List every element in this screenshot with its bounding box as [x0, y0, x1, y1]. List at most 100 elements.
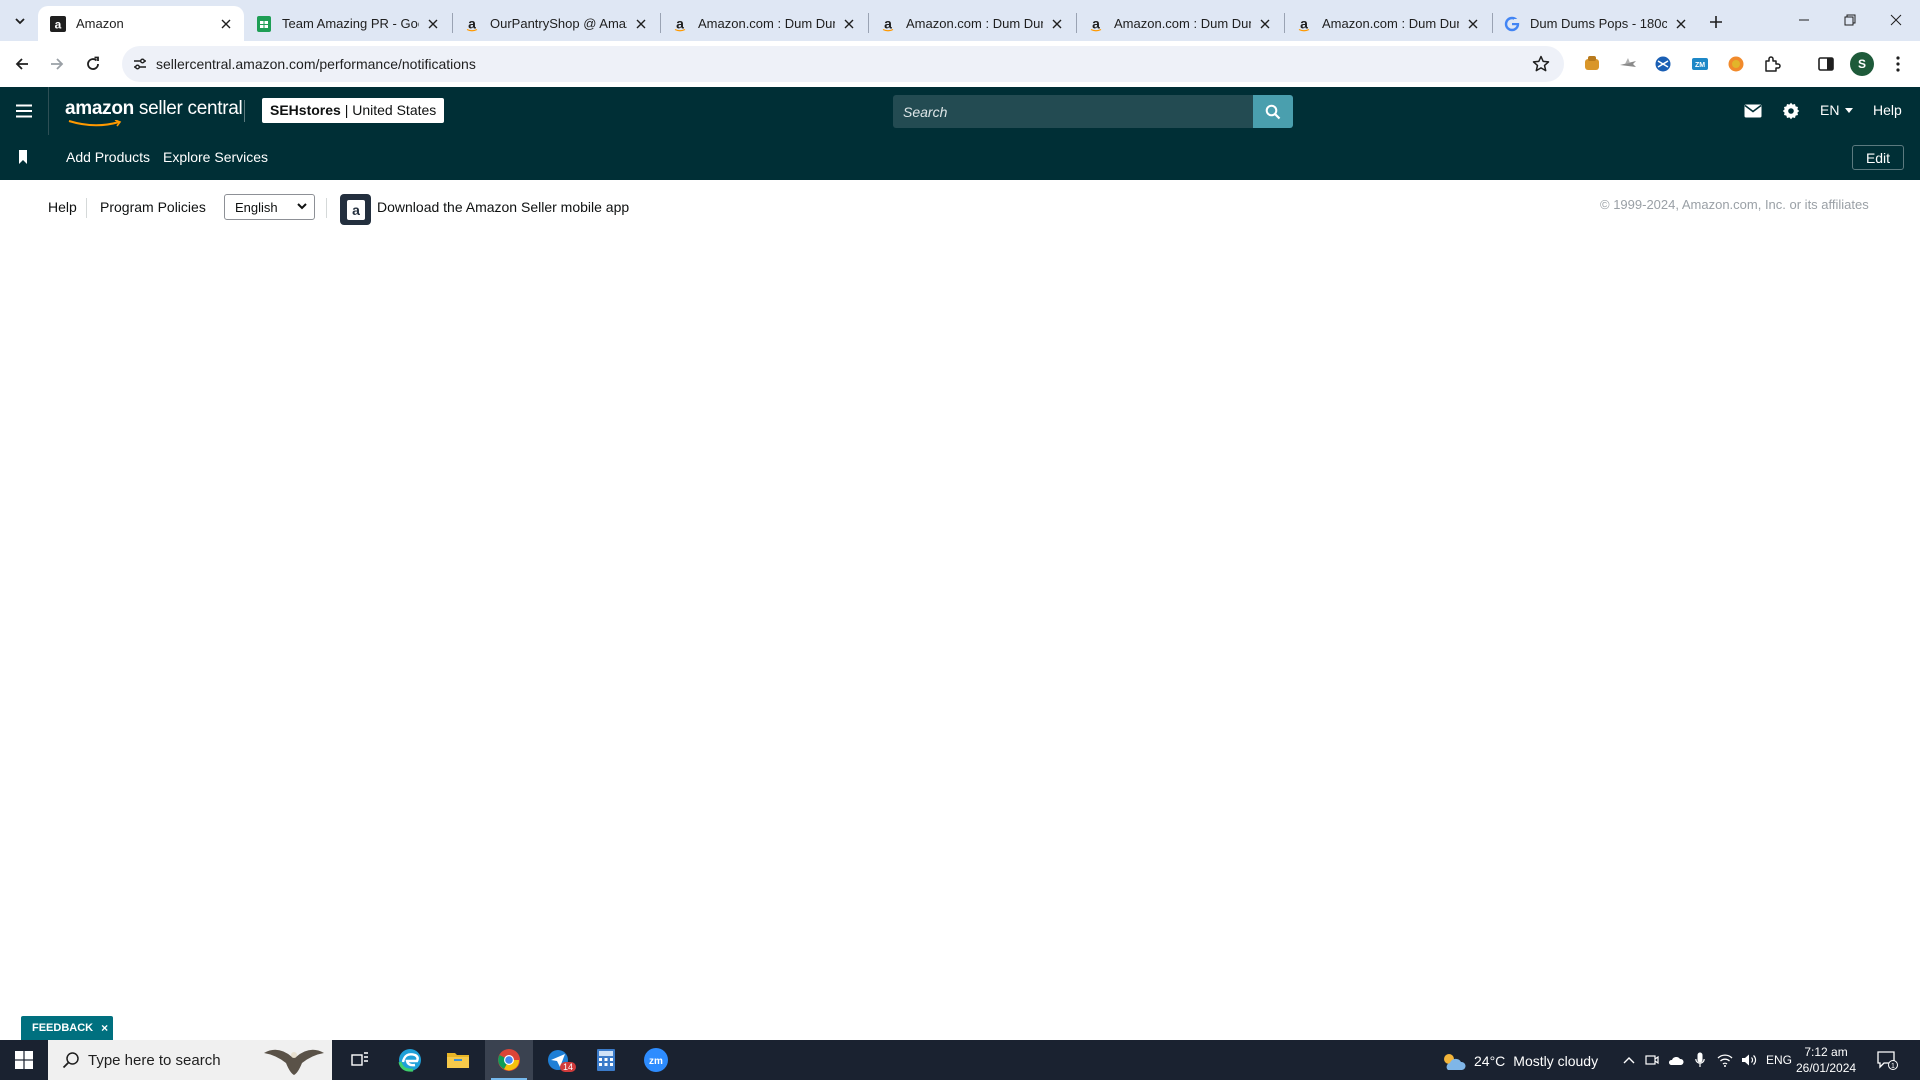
- extension-zm-icon[interactable]: ZM: [1688, 52, 1712, 76]
- svg-text:zm: zm: [649, 1056, 663, 1067]
- close-icon[interactable]: [1049, 16, 1065, 32]
- tab-dum-dum-4[interactable]: a Amazon.com : Dum Dum: [1284, 6, 1491, 41]
- extension-orange-circle-icon[interactable]: [1724, 52, 1748, 76]
- clock-date: 26/01/2024: [1796, 1061, 1857, 1075]
- extension-plane-icon[interactable]: [1616, 52, 1640, 76]
- taskbar-search-box[interactable]: Type here to search: [48, 1040, 332, 1080]
- tab-amazon[interactable]: a Amazon: [38, 6, 244, 41]
- speaker-icon[interactable]: [1740, 1051, 1758, 1069]
- chevron-up-icon[interactable]: [1620, 1051, 1638, 1069]
- close-icon[interactable]: [425, 16, 441, 32]
- tab-ourpantryshop[interactable]: a OurPantryShop @ Amazo: [452, 6, 659, 41]
- taskbar-chrome[interactable]: [485, 1040, 533, 1080]
- taskbar-zoom[interactable]: zm: [632, 1040, 680, 1080]
- tab-team-amazing-pr[interactable]: Team Amazing PR - Goog: [244, 6, 451, 41]
- close-icon[interactable]: [1673, 16, 1689, 32]
- task-view-button[interactable]: [336, 1040, 384, 1080]
- program-policies-link[interactable]: Program Policies: [100, 199, 206, 215]
- amazon-seller-app-icon[interactable]: a: [340, 194, 371, 225]
- header-help-link[interactable]: Help: [1873, 102, 1902, 118]
- reload-button[interactable]: [78, 49, 108, 79]
- tab-search-button[interactable]: [8, 9, 32, 33]
- close-icon[interactable]: [841, 16, 857, 32]
- store-selector[interactable]: SEHstores | United States: [262, 98, 445, 123]
- taskbar-edge[interactable]: [386, 1040, 434, 1080]
- feedback-button[interactable]: FEEDBACK ×: [21, 1016, 113, 1040]
- close-icon[interactable]: [1465, 16, 1481, 32]
- tab-dum-dum-1[interactable]: a Amazon.com : Dum Dum: [660, 6, 867, 41]
- extension-globe-icon[interactable]: [1651, 52, 1675, 76]
- browser-menu-icon[interactable]: [1886, 52, 1910, 76]
- cloudy-weather-icon: [1444, 1054, 1466, 1070]
- taskbar-mail[interactable]: 14: [534, 1040, 582, 1080]
- hamburger-menu-icon[interactable]: [12, 99, 36, 123]
- wifi-icon[interactable]: [1716, 1051, 1734, 1069]
- search-input[interactable]: Search: [893, 95, 1253, 128]
- profile-avatar[interactable]: S: [1850, 52, 1874, 76]
- amazon-a-icon: a: [1296, 16, 1312, 32]
- taskbar-search-placeholder: Type here to search: [88, 1052, 221, 1069]
- restore-icon: [1844, 14, 1856, 26]
- weather-description: Mostly cloudy: [1513, 1053, 1599, 1069]
- close-icon[interactable]: [633, 16, 649, 32]
- browser-tab-strip: a Amazon Team Amazing PR - Goog a OurPan…: [0, 0, 1920, 41]
- meet-now-icon[interactable]: [1643, 1051, 1661, 1069]
- taskbar-file-explorer[interactable]: [434, 1040, 482, 1080]
- back-button[interactable]: [7, 49, 37, 79]
- minimize-icon: [1799, 19, 1809, 21]
- gear-icon[interactable]: [1779, 99, 1803, 123]
- close-icon[interactable]: [218, 16, 234, 32]
- seller-central-header: amazon seller central SEHstores | United…: [0, 87, 1920, 135]
- close-window-button[interactable]: [1873, 0, 1919, 40]
- amazon-a-icon: a: [464, 16, 480, 32]
- onedrive-icon[interactable]: [1667, 1051, 1685, 1069]
- mail-icon[interactable]: [1741, 99, 1765, 123]
- search-button[interactable]: [1253, 95, 1293, 128]
- side-panel-icon[interactable]: [1814, 52, 1838, 76]
- site-settings-icon[interactable]: [130, 54, 150, 74]
- amazon-a-icon: a: [50, 15, 66, 32]
- minimize-button[interactable]: [1781, 0, 1827, 40]
- restore-button[interactable]: [1827, 0, 1873, 40]
- new-tab-button[interactable]: [1702, 8, 1730, 36]
- tab-dum-dum-2[interactable]: a Amazon.com : Dum Dum: [868, 6, 1075, 41]
- bookmark-star-icon[interactable]: [1530, 53, 1552, 75]
- weather-widget[interactable]: 24°C Mostly cloudy: [1440, 1051, 1598, 1071]
- forward-button[interactable]: [42, 49, 72, 79]
- bookmark-icon[interactable]: [17, 150, 29, 164]
- url-text[interactable]: sellercentral.amazon.com/performance/not…: [156, 56, 476, 72]
- svg-text:a: a: [884, 16, 892, 32]
- extension-honey-icon[interactable]: [1580, 52, 1604, 76]
- svg-text:a: a: [468, 16, 476, 32]
- extensions-puzzle-icon[interactable]: [1760, 52, 1784, 76]
- windows-start-button[interactable]: [0, 1040, 48, 1080]
- address-bar[interactable]: sellercentral.amazon.com/performance/not…: [122, 46, 1564, 82]
- seller-central-logo[interactable]: amazon seller central: [65, 98, 243, 127]
- language-selector[interactable]: EN: [1820, 102, 1854, 118]
- arrow-left-icon: [15, 58, 28, 70]
- tab-dum-dums-pops[interactable]: Dum Dums Pops - 180ct |: [1492, 6, 1699, 41]
- system-clock[interactable]: 7:12 am 26/01/2024: [1796, 1044, 1856, 1076]
- google-sheets-icon: [256, 15, 272, 32]
- amazon-a-icon: a: [672, 16, 688, 32]
- microphone-icon[interactable]: [1691, 1051, 1709, 1069]
- action-center-button[interactable]: 1: [1876, 1049, 1898, 1071]
- footer-language-select[interactable]: English: [224, 194, 315, 220]
- chrome-browser-icon: [498, 1049, 520, 1071]
- edit-bookmarks-button[interactable]: Edit: [1852, 145, 1904, 170]
- footer-help-link[interactable]: Help: [48, 199, 77, 215]
- calculator-icon: [597, 1049, 615, 1071]
- download-app-link[interactable]: Download the Amazon Seller mobile app: [377, 199, 629, 215]
- header-divider: [244, 100, 245, 122]
- close-icon[interactable]: ×: [101, 1021, 108, 1035]
- search-icon: [1265, 104, 1281, 119]
- taskbar-calculator[interactable]: [582, 1040, 630, 1080]
- tab-dum-dum-3[interactable]: a Amazon.com : Dum Dum: [1076, 6, 1283, 41]
- close-icon[interactable]: [1257, 16, 1273, 32]
- google-g-icon: [1504, 16, 1520, 32]
- input-language[interactable]: ENG: [1766, 1053, 1792, 1067]
- store-separator: |: [340, 102, 353, 118]
- explore-services-link[interactable]: Explore Services: [163, 149, 268, 165]
- svg-text:ZM: ZM: [1695, 62, 1705, 69]
- add-products-link[interactable]: Add Products: [66, 149, 150, 165]
